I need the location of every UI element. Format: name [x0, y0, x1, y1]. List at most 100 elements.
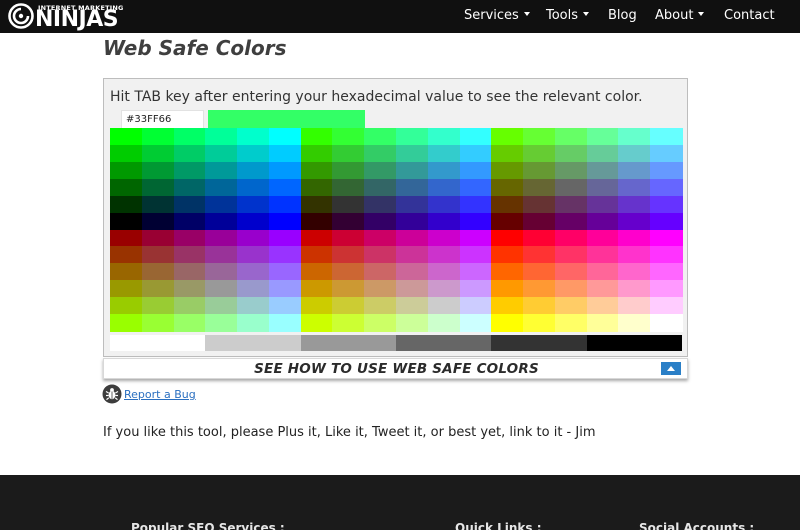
color-swatch[interactable] — [554, 178, 588, 197]
color-swatch[interactable] — [618, 178, 651, 197]
color-swatch[interactable] — [523, 314, 556, 332]
color-swatch[interactable] — [141, 280, 175, 298]
color-swatch[interactable] — [364, 161, 397, 180]
color-swatch[interactable] — [268, 195, 302, 214]
color-swatch[interactable] — [396, 195, 429, 214]
color-swatch[interactable] — [268, 178, 302, 197]
color-swatch[interactable] — [173, 280, 206, 298]
color-swatch[interactable] — [650, 178, 683, 197]
color-swatch[interactable] — [586, 128, 620, 146]
color-swatch[interactable] — [618, 144, 651, 163]
color-swatch[interactable] — [586, 144, 620, 163]
nav-item-about[interactable]: About — [655, 8, 705, 23]
color-swatch[interactable] — [205, 195, 238, 214]
color-swatch[interactable] — [141, 314, 175, 332]
color-swatch[interactable] — [173, 246, 206, 264]
color-swatch[interactable] — [427, 128, 461, 146]
color-swatch[interactable] — [364, 246, 397, 264]
color-swatch[interactable] — [491, 128, 524, 146]
color-swatch[interactable] — [618, 314, 651, 332]
expand-toggle-button[interactable] — [661, 362, 681, 375]
color-swatch[interactable] — [300, 212, 334, 231]
color-swatch[interactable] — [110, 246, 143, 264]
color-swatch[interactable] — [586, 246, 620, 264]
color-swatch[interactable] — [427, 246, 461, 264]
color-swatch[interactable] — [554, 128, 588, 146]
color-swatch[interactable] — [141, 128, 175, 146]
color-swatch[interactable] — [110, 161, 143, 180]
color-swatch[interactable] — [364, 229, 397, 248]
hex-value-input[interactable] — [121, 110, 204, 129]
grayscale-swatch[interactable] — [110, 335, 206, 351]
color-swatch[interactable] — [459, 144, 492, 163]
nav-item-tools[interactable]: Tools — [546, 8, 590, 23]
color-swatch[interactable] — [618, 161, 651, 180]
color-swatch[interactable] — [237, 314, 270, 332]
color-swatch[interactable] — [173, 229, 206, 248]
color-swatch[interactable] — [650, 144, 683, 163]
color-swatch[interactable] — [459, 314, 492, 332]
color-swatch[interactable] — [173, 161, 206, 180]
color-swatch[interactable] — [364, 195, 397, 214]
color-swatch[interactable] — [300, 144, 334, 163]
color-swatch[interactable] — [650, 212, 683, 231]
color-swatch[interactable] — [141, 144, 175, 163]
color-swatch[interactable] — [332, 178, 365, 197]
color-swatch[interactable] — [427, 195, 461, 214]
color-swatch[interactable] — [110, 297, 143, 315]
color-swatch[interactable] — [205, 144, 238, 163]
color-swatch[interactable] — [427, 161, 461, 180]
color-swatch[interactable] — [523, 195, 556, 214]
color-swatch[interactable] — [237, 178, 270, 197]
color-swatch[interactable] — [618, 212, 651, 231]
color-swatch[interactable] — [237, 263, 270, 281]
color-swatch[interactable] — [554, 212, 588, 231]
color-swatch[interactable] — [110, 128, 143, 146]
color-swatch[interactable] — [141, 246, 175, 264]
color-swatch[interactable] — [459, 128, 492, 146]
color-swatch[interactable] — [110, 229, 143, 248]
color-swatch[interactable] — [491, 314, 524, 332]
color-swatch[interactable] — [364, 263, 397, 281]
color-swatch[interactable] — [586, 195, 620, 214]
color-swatch[interactable] — [205, 161, 238, 180]
color-swatch[interactable] — [364, 178, 397, 197]
color-swatch[interactable] — [332, 195, 365, 214]
color-swatch[interactable] — [396, 161, 429, 180]
color-swatch[interactable] — [110, 263, 143, 281]
color-swatch[interactable] — [396, 280, 429, 298]
color-swatch[interactable] — [205, 297, 238, 315]
color-swatch[interactable] — [141, 178, 175, 197]
color-swatch[interactable] — [396, 144, 429, 163]
color-swatch[interactable] — [586, 263, 620, 281]
grayscale-swatch[interactable] — [396, 335, 492, 351]
color-swatch[interactable] — [523, 212, 556, 231]
howto-toggle-bar[interactable]: SEE HOW TO USE WEB SAFE COLORS — [103, 358, 688, 379]
grayscale-swatch[interactable] — [300, 335, 397, 351]
color-swatch[interactable] — [110, 212, 143, 231]
color-swatch[interactable] — [141, 229, 175, 248]
color-swatch[interactable] — [523, 246, 556, 264]
color-swatch[interactable] — [523, 144, 556, 163]
color-swatch[interactable] — [427, 144, 461, 163]
color-swatch[interactable] — [205, 246, 238, 264]
color-swatch[interactable] — [364, 128, 397, 146]
color-swatch[interactable] — [491, 246, 524, 264]
color-swatch[interactable] — [268, 280, 302, 298]
color-swatch[interactable] — [586, 178, 620, 197]
color-swatch[interactable] — [396, 178, 429, 197]
color-swatch[interactable] — [300, 297, 334, 315]
report-bug-link[interactable]: Report a Bug — [124, 388, 196, 401]
color-swatch[interactable] — [586, 212, 620, 231]
color-swatch[interactable] — [205, 280, 238, 298]
color-swatch[interactable] — [586, 314, 620, 332]
color-swatch[interactable] — [237, 246, 270, 264]
color-swatch[interactable] — [268, 314, 302, 332]
color-swatch[interactable] — [459, 280, 492, 298]
color-swatch[interactable] — [205, 128, 238, 146]
color-swatch[interactable] — [110, 280, 143, 298]
color-swatch[interactable] — [586, 229, 620, 248]
color-swatch[interactable] — [396, 229, 429, 248]
color-swatch[interactable] — [173, 128, 206, 146]
color-swatch[interactable] — [554, 263, 588, 281]
